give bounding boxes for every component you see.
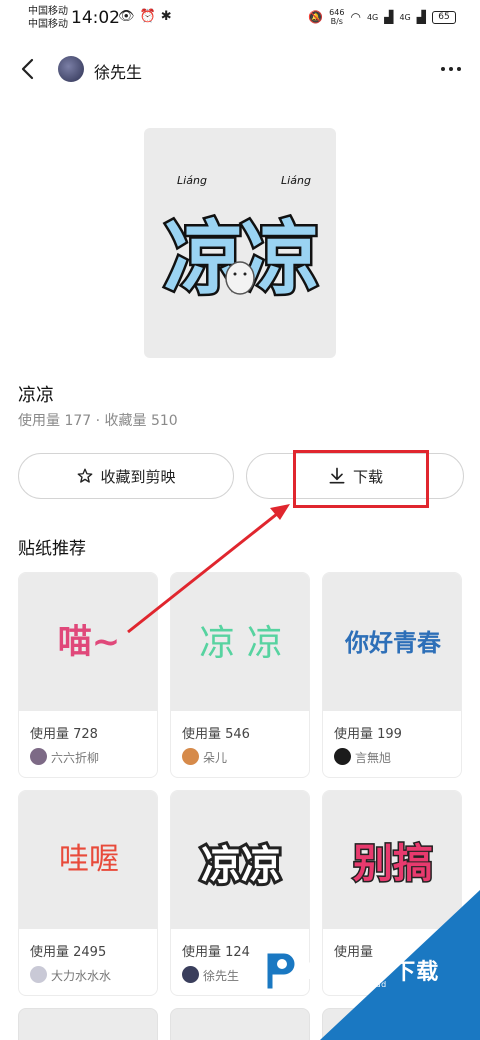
user-avatar [30,966,47,983]
user-avatar [30,748,47,765]
add-to-favorites-button[interactable]: 收藏到剪映 [18,453,234,499]
user-name: 朵儿 [203,751,228,765]
sticker-art-image: 哇喔 [59,842,119,877]
sticker-preview: Liáng Liáng 凉凉 [144,128,336,358]
author-name[interactable]: 徐先生 [94,59,142,83]
usage-count: 使用量 546 [182,727,250,742]
author-avatar[interactable] [58,56,84,82]
pinyin-label-2: Liáng [281,174,311,187]
signal-2-icon: ▟ [416,10,426,24]
sticker-card-partial[interactable] [170,1008,310,1040]
usage-count: 使用量 199 [334,727,402,742]
signal-1-label: 4G [366,12,379,22]
net-speed-value: 646 [329,8,345,17]
sticker-stats: 使用量 177 · 收藏量 510 [18,413,178,429]
sticker-art-image: 凉凉 [198,840,284,892]
status-icons-left: 👁 ⏰ ✱ [118,9,172,24]
sticker-art-image: 你好青春 [344,629,441,657]
carrier-info: 中国移动 中国移动 [28,5,68,31]
bluetooth-icon: ✱ [160,9,172,24]
battery-icon: 65 [432,10,456,24]
alarm-icon: ⏰ [139,9,156,24]
status-bar: 中国移动 中国移动 14:02 👁 ⏰ ✱ 🔕 646 B/s ◠ 4G ▟ 4… [0,0,480,36]
card-art-text: 别搞 [353,841,433,887]
sticker-card-partial[interactable] [18,1008,158,1040]
sticker-card[interactable]: 凉 凉 使用量 546 朵儿 [170,572,310,778]
sticker-card[interactable]: 喵~ 使用量 728 六六折柳 [18,572,158,778]
top-nav: 徐先生 [0,44,480,94]
net-speed: 646 B/s [329,8,344,26]
eye-icon: 👁 [118,9,135,24]
sticker-thumbnail: 凉 凉 [171,573,309,711]
pinyin-label-1: Liáng [177,174,207,187]
section-title: 贴纸推荐 [18,539,86,559]
sticker-thumbnail: 喵~ [19,573,157,711]
user-avatar [182,966,199,983]
user-name: 言無旭 [355,751,392,765]
sticker-art-image: 喵~ [58,622,121,662]
sticker-card[interactable]: 你好青春 使用量 199 言無旭 [322,572,462,778]
watermark-subtitle: PCPOP Download [311,980,387,989]
user-name: 大力水水水 [51,969,112,983]
wifi-icon: ◠ [350,10,361,24]
user-avatar [182,748,199,765]
sticker-art-image: 凉 凉 [199,623,282,664]
sticker-thumbnail: 凉凉 [171,791,309,929]
signal-1-icon: ▟ [384,10,394,24]
favorite-label: 收藏到剪映 [100,467,176,486]
sticker-art-image: Liáng Liáng 凉凉 [162,174,324,308]
more-options-icon[interactable] [438,56,464,82]
back-arrow-icon[interactable] [16,56,42,82]
user-avatar [334,748,351,765]
card-art-text: 你好青春 [344,629,441,657]
card-art-text: 凉凉 [201,843,281,889]
carrier-2: 中国移动 [28,19,68,30]
user-name: 徐先生 [203,969,240,983]
carrier-1: 中国移动 [28,6,68,17]
sticker-title: 凉凉 [18,385,54,406]
usage-count: 使用量 2495 [30,945,107,960]
sticker-card[interactable]: 哇喔 使用量 2495 大力水水水 [18,790,158,996]
status-time: 14:02 [71,8,120,28]
usage-count: 使用量 124 [182,945,250,960]
card-art-text: 凉 凉 [199,623,282,664]
highlight-box [293,450,429,508]
net-speed-unit: B/s [330,17,343,26]
user-name: 六六折柳 [51,751,100,765]
usage-count: 使用量 728 [30,727,98,742]
card-art-text: 喵~ [58,622,121,662]
card-art-text: 哇喔 [59,842,119,877]
sticker-thumbnail: 你好青春 [323,573,461,711]
mute-icon: 🔕 [308,10,324,24]
status-icons-right: 🔕 646 B/s ◠ 4G ▟ 4G ▟ 65 [308,8,456,26]
signal-2-label: 4G [399,12,411,22]
sticker-thumbnail: 哇喔 [19,791,157,929]
watermark-logo-icon [264,950,298,992]
star-icon [78,468,93,483]
